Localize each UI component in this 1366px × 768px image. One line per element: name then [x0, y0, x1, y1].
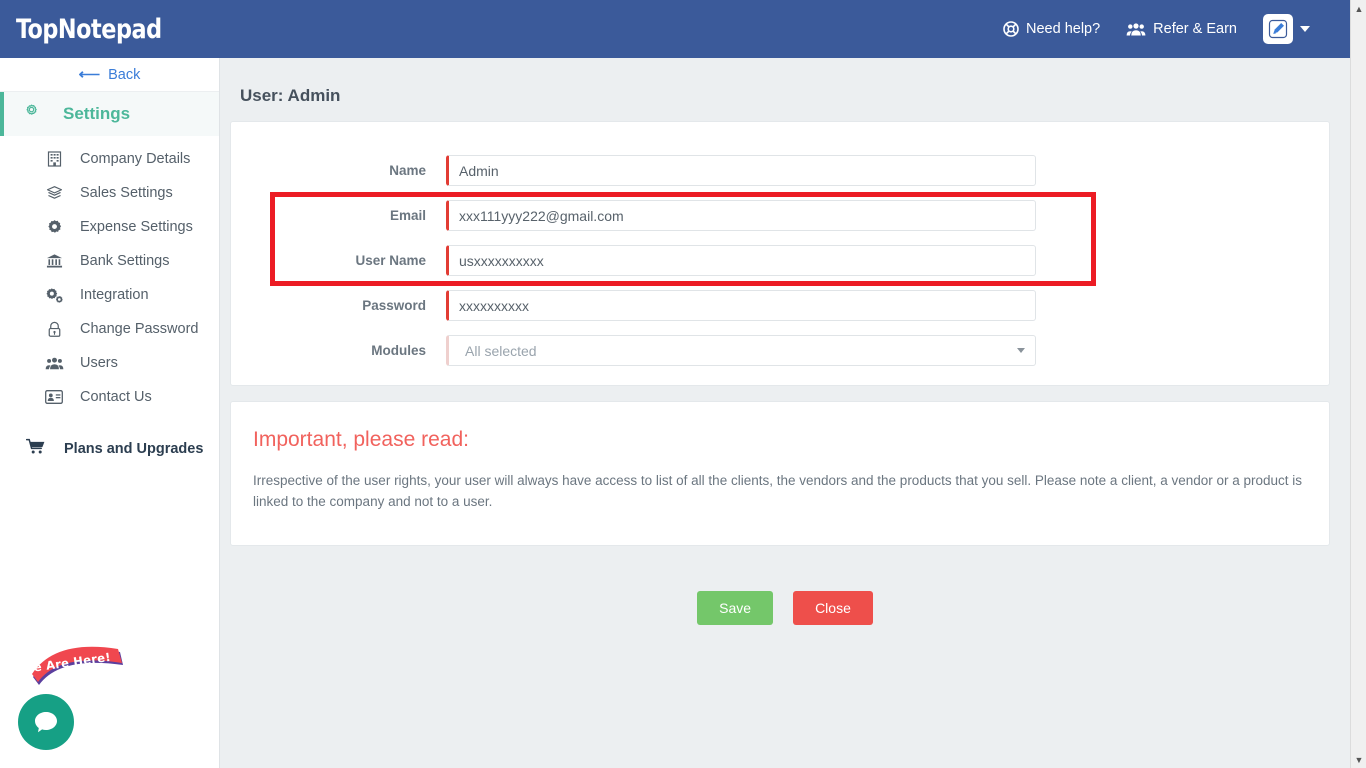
modules-select[interactable]: All selected: [446, 335, 1036, 366]
bank-icon: [44, 253, 64, 269]
page-title: User: Admin: [240, 86, 341, 105]
plans-label: Plans and Upgrades: [64, 441, 204, 457]
sidebar-label: Contact Us: [80, 389, 152, 405]
app-logo[interactable]: TopNotepad: [16, 14, 162, 45]
page-scrollbar[interactable]: ▲ ▼: [1350, 0, 1366, 768]
cog-icon: [44, 219, 64, 236]
password-label: Password: [362, 298, 426, 313]
sidebar-item-contact-us[interactable]: Contact Us: [0, 380, 219, 414]
we-are-here-banner: [32, 646, 123, 685]
user-menu[interactable]: [1263, 14, 1310, 44]
sidebar-item-users[interactable]: Users: [0, 346, 219, 380]
form-row-password: Password xxxxxxxxxx: [231, 283, 1329, 328]
sidebar-label: Company Details: [80, 151, 191, 167]
settings-label: Settings: [63, 104, 131, 123]
chevron-down-icon: [1017, 348, 1025, 353]
form-row-username: User Name usxxxxxxxxxx: [231, 238, 1329, 283]
id-card-icon: [44, 390, 64, 404]
refer-earn-label: Refer & Earn: [1153, 21, 1237, 37]
email-input[interactable]: xxx111yyy222@gmail.com: [446, 200, 1036, 231]
chat-bubble-icon[interactable]: [18, 694, 74, 750]
form-row-name: Name Admin: [231, 148, 1329, 193]
close-button[interactable]: Close: [793, 591, 873, 625]
name-input[interactable]: Admin: [446, 155, 1036, 186]
note-body: Irrespective of the user rights, your us…: [253, 473, 1303, 509]
modules-label: Modules: [371, 343, 426, 358]
password-input[interactable]: xxxxxxxxxx: [446, 290, 1036, 321]
username-input[interactable]: usxxxxxxxxxx: [446, 245, 1036, 276]
sidebar-item-change-password[interactable]: Change Password: [0, 312, 219, 346]
building-icon: [44, 151, 64, 167]
scroll-up-icon[interactable]: ▲: [1351, 0, 1366, 17]
gear-icon: [22, 102, 41, 126]
sidebar-item-sales-settings[interactable]: Sales Settings: [0, 176, 219, 210]
form-actions: Save Close: [220, 591, 1350, 625]
sidebar: ⟵ Back Settings Company Details Sales Se…: [0, 58, 220, 768]
shopping-cart-icon: [25, 438, 46, 460]
users-icon: [44, 356, 64, 371]
sidebar-label: Sales Settings: [80, 185, 173, 201]
sidebar-item-plans-and-upgrades[interactable]: Plans and Upgrades: [0, 432, 219, 466]
important-note-card: Important, please read: Irrespective of …: [230, 401, 1330, 546]
form-row-modules: Modules All selected: [231, 328, 1329, 373]
sidebar-item-bank-settings[interactable]: Bank Settings: [0, 244, 219, 278]
user-form-card: Name Admin Email xxx111yyy222@gmail.com …: [230, 121, 1330, 386]
chat-widget: We Are Here!: [18, 640, 138, 750]
sidebar-label: Change Password: [80, 321, 199, 337]
form-row-email: Email xxx111yyy222@gmail.com: [231, 193, 1329, 238]
modules-selected-value: All selected: [465, 342, 537, 359]
app-header: TopNotepad Need help? Refer & Earn: [0, 0, 1350, 58]
note-title: Important, please read:: [253, 428, 469, 451]
save-button[interactable]: Save: [697, 591, 774, 625]
refer-earn-link[interactable]: Refer & Earn: [1126, 21, 1237, 37]
scroll-down-icon[interactable]: ▼: [1351, 751, 1366, 768]
header-actions: Need help? Refer & Earn: [1003, 14, 1350, 44]
main-content: User: Admin Name Admin Email xxx111yyy22…: [220, 58, 1350, 768]
back-label: Back: [108, 66, 141, 83]
sidebar-label: Integration: [80, 287, 149, 303]
back-link[interactable]: ⟵ Back: [0, 58, 219, 92]
sidebar-item-integration[interactable]: Integration: [0, 278, 219, 312]
sidebar-label: Users: [80, 355, 118, 371]
need-help-label: Need help?: [1026, 21, 1101, 37]
layers-icon: [44, 185, 64, 201]
sidebar-nav: Company Details Sales Settings Expense S…: [0, 136, 219, 414]
users-group-icon: [1126, 22, 1146, 37]
chevron-down-icon[interactable]: [1300, 26, 1310, 32]
need-help-link[interactable]: Need help?: [1003, 21, 1100, 37]
sidebar-item-settings[interactable]: Settings: [0, 92, 219, 136]
arrow-left-icon: ⟵: [78, 66, 101, 83]
sidebar-label: Bank Settings: [80, 253, 170, 269]
lock-icon: [44, 321, 64, 338]
cogs-icon: [44, 287, 64, 304]
sidebar-label: Expense Settings: [80, 219, 193, 235]
edit-note-icon[interactable]: [1263, 14, 1297, 44]
name-label: Name: [389, 163, 426, 178]
sidebar-item-company-details[interactable]: Company Details: [0, 142, 219, 176]
email-label: Email: [389, 208, 426, 223]
username-label: User Name: [355, 253, 426, 268]
lifebuoy-icon: [1003, 21, 1019, 37]
sidebar-item-expense-settings[interactable]: Expense Settings: [0, 210, 219, 244]
